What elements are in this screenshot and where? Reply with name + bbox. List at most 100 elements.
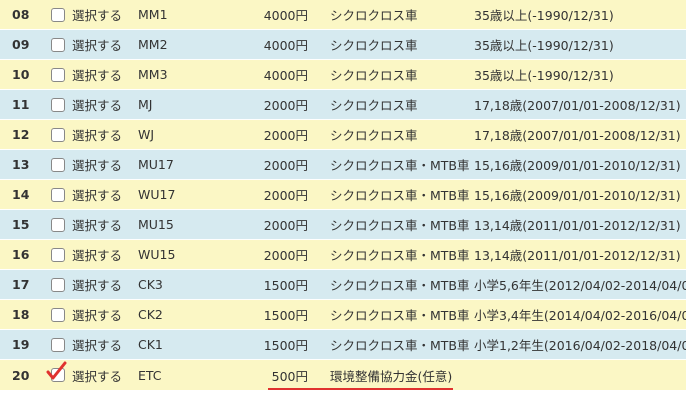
age-range: 15,16歳(2009/01/01-2010/12/31) (474, 188, 681, 203)
table-row: 10 選択する MM3 4000円 シクロクロス車 35歳以上(-1990/12/31) (0, 60, 686, 90)
entry-category-table: 08 選択する MM1 4000円 シクロクロス車 35歳以上(-1990/12/31) 0… (0, 0, 686, 391)
select-checkbox[interactable] (51, 120, 65, 149)
row-number: 11 (12, 97, 30, 112)
select-checkbox[interactable] (51, 330, 65, 359)
select-label[interactable]: 選択する (72, 90, 122, 119)
table-row: 14 選択する WU17 2000円 シクロクロス車・MTB車 15,16歳(2009/0… (0, 180, 686, 210)
bike-type: 環境整備協力金(任意) (330, 368, 453, 384)
bike-type: シクロクロス車・MTB車 (330, 188, 470, 203)
table-row: 19 選択する CK1 1500円 シクロクロス車・MTB車 小学1,2年生(2016/0… (0, 330, 686, 360)
category-code: CK1 (138, 337, 163, 352)
category-code: WJ (138, 127, 155, 142)
select-checkbox[interactable] (51, 90, 65, 119)
checkbox-box[interactable] (51, 217, 65, 232)
checkbox-box[interactable] (51, 127, 65, 142)
select-label[interactable]: 選択する (72, 330, 122, 359)
select-checkbox[interactable] (51, 180, 65, 209)
category-code: ETC (138, 367, 162, 383)
select-checkbox[interactable] (51, 270, 65, 299)
row-number: 09 (12, 37, 30, 52)
row-number: 08 (12, 7, 30, 22)
row-number: 14 (12, 187, 30, 202)
row-number: 17 (12, 277, 30, 292)
age-range: 17,18歳(2007/01/01-2008/12/31) (474, 128, 681, 143)
entry-fee: 4000円 (263, 38, 308, 53)
age-range: 13,14歳(2011/01/01-2012/12/31) (474, 218, 681, 233)
entry-fee: 1500円 (263, 338, 308, 353)
checkbox-box[interactable] (51, 7, 65, 22)
checkbox-box[interactable] (51, 37, 65, 52)
select-label[interactable]: 選択する (72, 30, 122, 59)
select-label[interactable]: 選択する (72, 270, 122, 299)
select-checkbox[interactable] (51, 60, 65, 89)
table-row: 13 選択する MU17 2000円 シクロクロス車・MTB車 15,16歳(2009/0… (0, 150, 686, 180)
select-checkbox[interactable] (51, 210, 65, 239)
age-range: 13,14歳(2011/01/01-2012/12/31) (474, 248, 681, 263)
category-code: MU15 (138, 217, 174, 232)
bike-type: シクロクロス車 (330, 68, 418, 83)
table-row: 12 選択する WJ 2000円 シクロクロス車 17,18歳(2007/01/01-20… (0, 120, 686, 150)
table-row: 17 選択する CK3 1500円 シクロクロス車・MTB車 小学5,6年生(2012/0… (0, 270, 686, 300)
row-number: 10 (12, 67, 30, 82)
entry-fee: 2000円 (263, 158, 308, 173)
select-label[interactable]: 選択する (72, 60, 122, 89)
age-range: 小学3,4年生(2014/04/02-2016/04/01) (474, 308, 686, 323)
category-code: WU15 (138, 247, 176, 262)
select-checkbox[interactable] (46, 360, 67, 390)
checkbox-box[interactable] (51, 337, 65, 352)
select-label[interactable]: 選択する (72, 150, 122, 179)
bike-type: シクロクロス車・MTB車 (330, 308, 470, 323)
bike-type: シクロクロス車・MTB車 (330, 248, 470, 263)
row-number: 18 (12, 307, 30, 322)
table-row: 15 選択する MU15 2000円 シクロクロス車・MTB車 13,14歳(2011/0… (0, 210, 686, 240)
table-row: 20 選択する ETC 500円 環境整備協力金(任意) (0, 360, 686, 391)
table-row: 11 選択する MJ 2000円 シクロクロス車 17,18歳(2007/01/01-20… (0, 90, 686, 120)
age-range: 17,18歳(2007/01/01-2008/12/31) (474, 98, 681, 113)
checkbox-box[interactable] (51, 307, 65, 322)
checkbox-box[interactable] (51, 67, 65, 82)
select-checkbox[interactable] (51, 0, 65, 29)
age-range: 15,16歳(2009/01/01-2010/12/31) (474, 158, 681, 173)
category-code: WU17 (138, 187, 176, 202)
checkbox-box[interactable] (51, 97, 65, 112)
select-checkbox[interactable] (51, 240, 65, 269)
entry-fee: 2000円 (263, 128, 308, 143)
select-label[interactable]: 選択する (72, 210, 122, 239)
select-checkbox[interactable] (51, 30, 65, 59)
checkbox-box[interactable] (51, 187, 65, 202)
select-label[interactable]: 選択する (72, 120, 122, 149)
entry-fee: 1500円 (263, 308, 308, 323)
select-label[interactable]: 選択する (72, 0, 122, 29)
select-label[interactable]: 選択する (72, 180, 122, 209)
row-number: 19 (12, 337, 30, 352)
age-range: 35歳以上(-1990/12/31) (474, 8, 614, 23)
select-checkbox[interactable] (51, 300, 65, 329)
age-range: 小学1,2年生(2016/04/02-2018/04/01) (474, 338, 686, 353)
bike-type: シクロクロス車・MTB車 (330, 278, 470, 293)
bike-type: シクロクロス車 (330, 8, 418, 23)
entry-fee: 2000円 (263, 188, 308, 203)
checkbox-box[interactable] (51, 277, 65, 292)
category-code: CK2 (138, 307, 163, 322)
select-checkbox[interactable] (51, 150, 65, 179)
age-range: 35歳以上(-1990/12/31) (474, 68, 614, 83)
bike-type: シクロクロス車 (330, 98, 418, 113)
checkbox-box[interactable] (51, 247, 65, 262)
select-label[interactable]: 選択する (72, 360, 122, 390)
bike-type: シクロクロス車・MTB車 (330, 218, 470, 233)
checkbox-box[interactable] (51, 157, 65, 172)
entry-fee: 2000円 (263, 98, 308, 113)
category-code: MM3 (138, 67, 168, 82)
age-range: 小学5,6年生(2012/04/02-2014/04/01) (474, 278, 686, 293)
category-code: MM1 (138, 7, 168, 22)
category-code: MM2 (138, 37, 168, 52)
table-row: 09 選択する MM2 4000円 シクロクロス車 35歳以上(-1990/12/31) (0, 30, 686, 60)
select-label[interactable]: 選択する (72, 240, 122, 269)
entry-fee: 1500円 (263, 278, 308, 293)
category-code: MU17 (138, 157, 174, 172)
checkmark-icon (46, 361, 67, 380)
category-code: MJ (138, 97, 153, 112)
entry-fee: 500円 (271, 368, 308, 384)
select-label[interactable]: 選択する (72, 300, 122, 329)
row-number: 15 (12, 217, 30, 232)
